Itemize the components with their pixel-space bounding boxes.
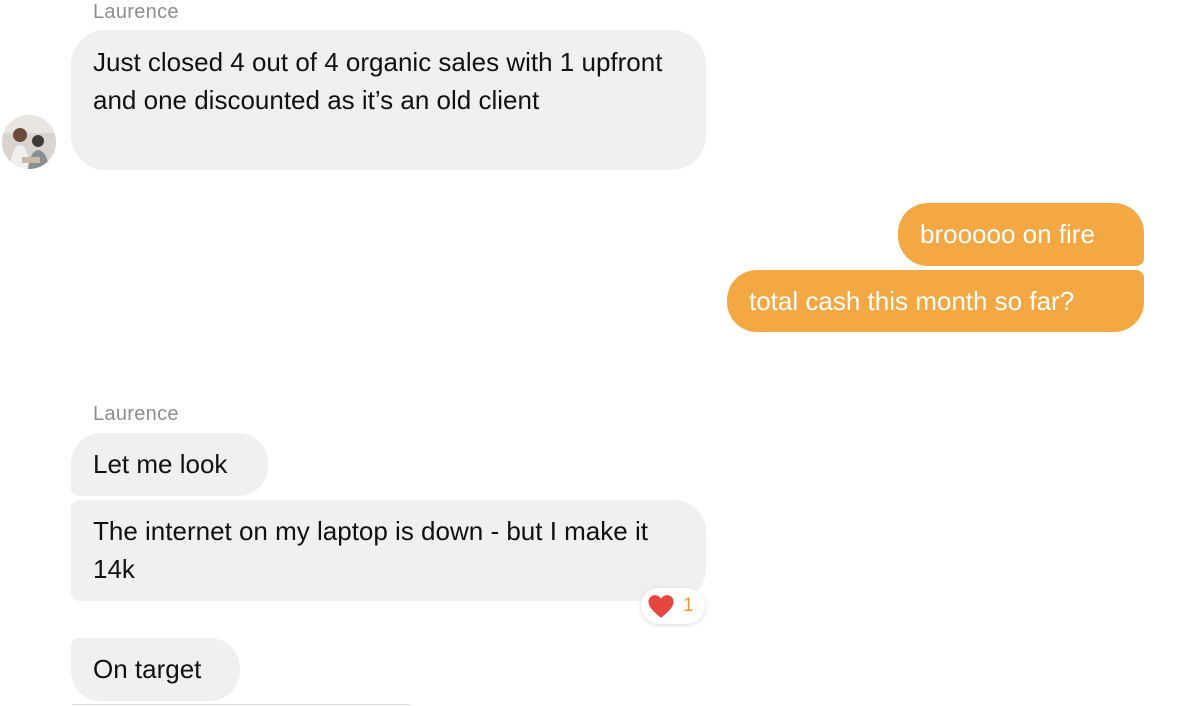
heart-icon <box>648 594 674 618</box>
incoming-message-bubble[interactable]: Just closed 4 out of 4 organic sales wit… <box>71 30 706 170</box>
message-text: On target <box>93 654 202 684</box>
incoming-message-bubble[interactable]: Let me look <box>71 433 268 496</box>
reaction-count: 1 <box>683 595 694 616</box>
sender-name: Laurence <box>93 1 179 23</box>
outgoing-message-bubble[interactable]: brooooo on fire <box>898 203 1144 266</box>
message-text: brooooo on fire <box>920 219 1095 249</box>
avatar[interactable] <box>2 115 56 169</box>
avatar-photo-icon <box>2 115 56 169</box>
incoming-message-bubble[interactable]: On target <box>71 638 240 701</box>
message-text: total cash this month so far? <box>749 286 1075 316</box>
message-reaction[interactable]: 1 <box>641 588 705 624</box>
sender-name: Laurence <box>93 403 179 425</box>
incoming-message-bubble[interactable]: The internet on my laptop is down - but … <box>71 500 706 601</box>
message-text: The internet on my laptop is down - but … <box>93 516 648 584</box>
message-text: Let me look <box>93 449 228 479</box>
message-text: Just closed 4 out of 4 organic sales wit… <box>93 47 663 115</box>
divider <box>72 704 410 705</box>
outgoing-message-bubble[interactable]: total cash this month so far? <box>727 270 1144 332</box>
